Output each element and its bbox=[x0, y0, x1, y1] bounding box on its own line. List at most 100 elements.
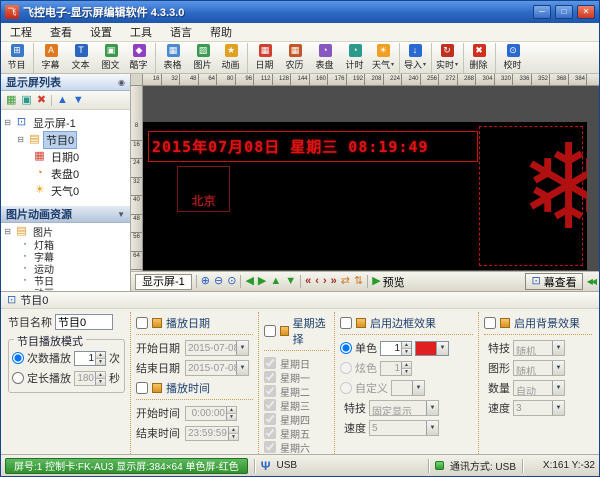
resource-item[interactable]: ▪ 字幕 bbox=[3, 250, 128, 262]
resource-item[interactable]: ▪ 灯箱 bbox=[3, 238, 128, 250]
collapse-icon[interactable]: ⊟ bbox=[3, 227, 12, 236]
spinner-up-icon[interactable]: ▲ bbox=[96, 372, 105, 379]
weekday-checkbox[interactable] bbox=[264, 385, 276, 397]
single-color-spinner[interactable]: 1 ▲▼ bbox=[380, 341, 412, 356]
weekday-checkbox[interactable] bbox=[264, 371, 276, 383]
move-next-icon[interactable]: › bbox=[323, 276, 327, 287]
menu-item[interactable]: 帮助 bbox=[201, 23, 241, 41]
background-option-select[interactable]: 3 ▼ bbox=[513, 400, 565, 416]
menu-item[interactable]: 查看 bbox=[41, 23, 81, 41]
spinner-up-icon[interactable]: ▲ bbox=[402, 342, 411, 349]
toolbar-button[interactable]: ↓ 导入▾ bbox=[402, 43, 432, 73]
weekday-checkbox[interactable] bbox=[264, 399, 276, 411]
edit-screen-icon[interactable]: ▣ bbox=[21, 95, 31, 106]
spinner-up-icon[interactable]: ▲ bbox=[96, 352, 105, 359]
swap-vertical-icon[interactable]: ⇅ bbox=[354, 276, 363, 287]
weekday-checkbox[interactable] bbox=[264, 427, 276, 439]
tree-item-program[interactable]: ⊟ ▤ 节目0 bbox=[3, 131, 128, 148]
tree-item-weather[interactable]: ☀ 天气0 bbox=[3, 182, 128, 199]
toolbar-button[interactable]: ↻ 实时▾ bbox=[434, 43, 464, 73]
spinner-up-icon[interactable]: ▲ bbox=[229, 427, 238, 434]
preview-button[interactable]: ▶ 预览 bbox=[372, 274, 404, 290]
toolbar-button[interactable]: A 字幕 bbox=[36, 43, 66, 73]
toolbar-button[interactable]: T 文本 bbox=[66, 43, 96, 73]
toolbar-button[interactable]: ▦ 农历 bbox=[280, 43, 310, 73]
nudge-right-icon[interactable]: ▶ bbox=[258, 276, 266, 287]
menu-item[interactable]: 设置 bbox=[81, 23, 121, 41]
custom-border-select[interactable]: ▼ bbox=[391, 380, 425, 396]
background-option-select[interactable]: 随机 ▼ bbox=[513, 360, 565, 376]
design-canvas[interactable]: 1632486480961121281441601761922082242402… bbox=[131, 74, 599, 271]
toolbar-button[interactable]: ▦ 日期 bbox=[250, 43, 280, 73]
delete-screen-icon[interactable]: ✖ bbox=[37, 95, 46, 106]
tree-item-dial[interactable]: ◔ 表盘0 bbox=[3, 165, 128, 182]
move-first-icon[interactable]: « bbox=[305, 276, 311, 287]
end-time-spinner[interactable]: 23:59:59 ▲▼ bbox=[185, 426, 239, 441]
add-screen-icon[interactable]: ▦ bbox=[6, 95, 16, 106]
colorful-radio[interactable] bbox=[340, 362, 352, 374]
minimize-button[interactable]: ─ bbox=[533, 5, 551, 19]
resources-root-item[interactable]: ⊟ ▤ 图片 bbox=[3, 225, 128, 238]
custom-radio[interactable] bbox=[340, 382, 352, 394]
toolbar-button[interactable]: ◔ 表盘 bbox=[310, 43, 340, 73]
nudge-down-icon[interactable]: ▼ bbox=[285, 276, 296, 287]
background-option-select[interactable]: 随机 ▼ bbox=[513, 340, 565, 356]
move-down-icon[interactable]: ▼ bbox=[73, 95, 84, 106]
toolbar-button[interactable]: ▦ 表格 bbox=[158, 43, 188, 73]
close-button[interactable]: ✕ bbox=[577, 5, 595, 19]
play-date-checkbox[interactable] bbox=[136, 317, 148, 329]
play-time-checkbox[interactable] bbox=[136, 382, 148, 394]
toolbar-button[interactable]: ⊙ 校时 bbox=[498, 43, 528, 73]
spinner-down-icon[interactable]: ▼ bbox=[227, 414, 236, 420]
spinner-down-icon[interactable]: ▼ bbox=[402, 349, 411, 355]
toolbar-button[interactable]: ★ 动画 bbox=[218, 43, 248, 73]
background-option-select[interactable]: 自动 ▼ bbox=[513, 380, 565, 396]
spinner-up-icon[interactable]: ▲ bbox=[227, 407, 236, 414]
toolbar-button[interactable]: ◆ 酷字 bbox=[126, 43, 156, 73]
pin-icon[interactable]: ◉ bbox=[118, 78, 125, 87]
move-up-icon[interactable]: ▲ bbox=[57, 95, 68, 106]
spinner-down-icon[interactable]: ▼ bbox=[402, 369, 411, 375]
chevron-down-icon[interactable]: ▼ bbox=[117, 210, 125, 219]
move-prev-icon[interactable]: ‹ bbox=[315, 276, 319, 287]
nudge-up-icon[interactable]: ▲ bbox=[270, 276, 281, 287]
spinner-down-icon[interactable]: ▼ bbox=[96, 379, 105, 385]
spinner-up-icon[interactable]: ▲ bbox=[402, 362, 411, 369]
menu-item[interactable]: 工具 bbox=[121, 23, 161, 41]
screen-view-button[interactable]: ⊡ 幕查看 bbox=[525, 273, 582, 290]
colorful-spinner[interactable]: 1 ▲▼ bbox=[380, 361, 412, 376]
swap-horizontal-icon[interactable]: ⇄ bbox=[341, 276, 350, 287]
clock-dial-item[interactable]: 北京 bbox=[177, 166, 230, 212]
start-time-spinner[interactable]: 0:00:00 ▲▼ bbox=[185, 406, 237, 421]
single-color-radio[interactable] bbox=[340, 342, 352, 354]
spinner-down-icon[interactable]: ▼ bbox=[229, 434, 238, 440]
zoom-out-icon[interactable]: ⊖ bbox=[214, 276, 223, 287]
fixed-play-radio[interactable] bbox=[12, 372, 24, 384]
collapse-icon[interactable]: ⊟ bbox=[16, 135, 25, 144]
resource-item[interactable]: ▪ 节日 bbox=[3, 274, 128, 286]
count-play-radio[interactable] bbox=[12, 352, 24, 364]
fixed-length-spinner[interactable]: 180 ▲▼ bbox=[74, 371, 106, 386]
menu-item[interactable]: 语言 bbox=[161, 23, 201, 41]
week-select-checkbox[interactable] bbox=[264, 325, 276, 337]
count-spinner[interactable]: 1 ▲▼ bbox=[74, 351, 106, 366]
toolbar-button[interactable]: ▣ 图文 bbox=[96, 43, 126, 73]
border-speed-select[interactable]: 5 ▼ bbox=[369, 420, 439, 436]
program-name-input[interactable] bbox=[55, 314, 113, 330]
menu-item[interactable]: 工程 bbox=[1, 23, 41, 41]
border-color-select[interactable]: ▼ bbox=[415, 341, 449, 356]
nudge-left-icon[interactable]: ◀ bbox=[245, 276, 253, 287]
resource-item[interactable]: ▪ 运动 bbox=[3, 262, 128, 274]
border-effect-select[interactable]: 固定显示 ▼ bbox=[369, 400, 439, 416]
end-date-select[interactable]: 2015-07-08 ▼ bbox=[185, 360, 249, 376]
tree-item-display[interactable]: ⊟ ⊡ 显示屏-1 bbox=[3, 114, 128, 131]
first-frame-icon[interactable]: ◀◀ bbox=[587, 278, 595, 286]
screen-tab[interactable]: 显示屏-1 bbox=[135, 274, 192, 290]
date-item[interactable]: 2015年07月08日 星期三 08:19:49 bbox=[148, 131, 478, 162]
background-effect-checkbox[interactable] bbox=[484, 317, 496, 329]
weekday-checkbox[interactable] bbox=[264, 357, 276, 369]
weekday-checkbox[interactable] bbox=[264, 413, 276, 425]
move-last-icon[interactable]: » bbox=[331, 276, 337, 287]
led-display-preview[interactable]: 2015年07月08日 星期三 08:19:49 北京 ❄ bbox=[143, 122, 587, 270]
maximize-button[interactable]: □ bbox=[555, 5, 573, 19]
